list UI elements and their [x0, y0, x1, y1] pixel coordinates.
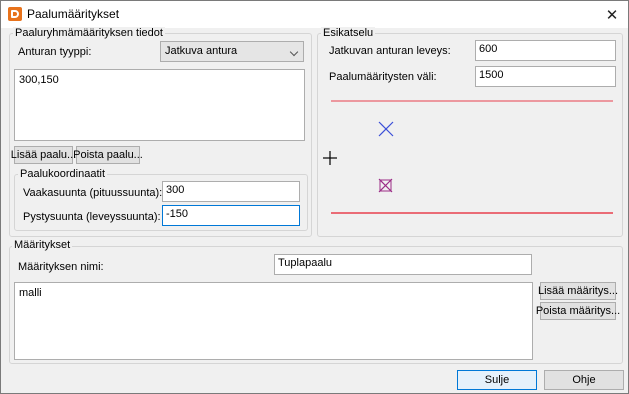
footing-width-label: Jatkuvan anturan leveys: — [329, 45, 451, 57]
selected-pile-marker-icon — [378, 178, 393, 193]
definitions-title: Määritykset — [12, 239, 73, 251]
footing-width-input[interactable]: 600 — [475, 40, 616, 61]
preview-canvas — [323, 100, 613, 214]
definition-name-label: Määrityksen nimi: — [18, 261, 104, 273]
help-button[interactable]: Ohje — [544, 370, 624, 390]
horizontal-input[interactable]: 300 — [162, 181, 300, 202]
close-button[interactable]: Sulje — [457, 370, 537, 390]
definitions-list[interactable]: malli — [14, 282, 533, 360]
footing-type-value: Jatkuva antura — [165, 45, 238, 57]
pile-list[interactable]: 300,150 — [14, 69, 305, 141]
add-pile-button[interactable]: Lisää paalu... — [11, 146, 76, 164]
title-bar: Paalumääritykset ✕ — [1, 1, 628, 28]
vertical-input[interactable]: -150 — [162, 205, 300, 226]
definition-list-item[interactable]: malli — [19, 287, 528, 299]
origin-cross-icon — [323, 151, 337, 165]
horizontal-label: Vaakasuunta (pituussuunta): — [23, 187, 163, 199]
definition-name-input[interactable]: Tuplapaalu — [274, 254, 532, 275]
footing-type-label: Anturan tyyppi: — [18, 46, 92, 58]
pile-spacing-label: Paalumääritysten väli: — [329, 71, 437, 83]
pile-spacing-input[interactable]: 1500 — [475, 66, 616, 87]
chevron-down-icon — [289, 47, 299, 57]
pile-group-title: Paaluryhmämäärityksen tiedot — [13, 27, 165, 39]
remove-pile-button[interactable]: Poista paalu... — [73, 146, 143, 164]
pile-coordinates-title: Paalukoordinaatit — [18, 168, 108, 180]
close-window-button[interactable]: ✕ — [596, 1, 628, 28]
footing-type-select[interactable]: Jatkuva antura — [160, 41, 304, 62]
window-title: Paalumääritykset — [27, 7, 120, 21]
app-logo-icon — [8, 7, 22, 21]
remove-definition-button[interactable]: Poista määritys... — [536, 302, 620, 320]
pile-definitions-dialog: Paalumääritykset ✕ Paaluryhmämäärityksen… — [0, 0, 629, 394]
pile-marker-icon — [378, 121, 394, 137]
pile-list-item[interactable]: 300,150 — [19, 74, 300, 86]
vertical-label: Pystysuunta (leveyssuunta): — [23, 211, 161, 223]
add-definition-button[interactable]: Lisää määritys... — [538, 282, 618, 300]
preview-title: Esikatselu — [321, 27, 376, 39]
